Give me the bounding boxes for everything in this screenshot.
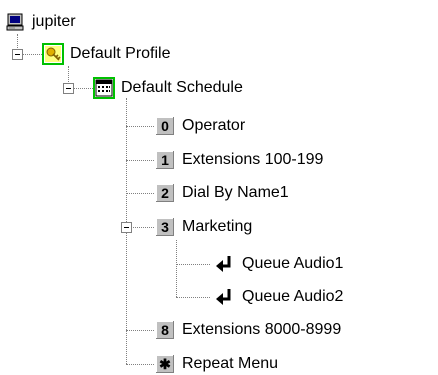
tree-node-label: Default Schedule <box>121 79 243 96</box>
return-arrow-icon <box>214 287 234 307</box>
tree-node-menu-item[interactable]: 1 Extensions 100-199 <box>156 149 323 171</box>
tree-node-menu-item[interactable]: ✱ Repeat Menu <box>156 353 278 375</box>
tree-node-label: Extensions 100-199 <box>182 151 324 168</box>
return-arrow-icon <box>214 254 234 274</box>
schedule-icon <box>93 77 115 99</box>
tree-node-profile[interactable]: Default Profile <box>42 43 171 65</box>
collapse-toggle-schedule[interactable] <box>63 83 74 94</box>
tree-node-menu-item[interactable]: 3 Marketing <box>156 216 252 238</box>
tree-connector <box>176 297 210 298</box>
tree-node-label: jupiter <box>32 13 76 30</box>
tree-node-menu-item[interactable]: 2 Dial By Name1 <box>156 182 289 204</box>
tree-connector <box>22 54 42 55</box>
digit-key-icon: 2 <box>156 184 174 202</box>
profile-key-icon <box>42 43 64 65</box>
tree-connector <box>126 160 154 161</box>
digit-key-icon: 8 <box>156 321 174 339</box>
star-key-icon: ✱ <box>156 355 174 373</box>
tree-node-menu-item[interactable]: 8 Extensions 8000-8999 <box>156 319 341 341</box>
tree-node-label: Queue Audio2 <box>242 288 344 305</box>
tree-node-menu-item[interactable]: 0 Operator <box>156 115 245 137</box>
tree-connector <box>73 88 93 89</box>
computer-icon <box>6 13 24 31</box>
tree-connector <box>126 126 154 127</box>
tree-node-label: Operator <box>182 117 246 134</box>
tree-node-label: Queue Audio1 <box>242 255 344 272</box>
tree-connector <box>176 240 177 297</box>
digit-key-icon: 3 <box>156 218 174 236</box>
tree-node-schedule[interactable]: Default Schedule <box>93 77 243 99</box>
tree-node-root[interactable]: jupiter <box>6 11 76 33</box>
tree-connector <box>126 364 154 365</box>
tree-node-label: Repeat Menu <box>182 355 279 372</box>
tree-node-label: Dial By Name1 <box>182 184 289 201</box>
tree-node-queue-item[interactable]: Queue Audio1 <box>214 253 343 275</box>
collapse-toggle-marketing[interactable] <box>121 222 132 233</box>
collapse-toggle-profile[interactable] <box>12 49 23 60</box>
tree-connector <box>126 330 154 331</box>
digit-key-icon: 0 <box>156 117 174 135</box>
tree-connector <box>126 193 154 194</box>
tree-node-queue-item[interactable]: Queue Audio2 <box>214 286 343 308</box>
tree-node-label: Extensions 8000-8999 <box>182 321 342 338</box>
tree-node-label: Marketing <box>182 218 253 235</box>
tree-node-label: Default Profile <box>70 45 171 62</box>
digit-key-icon: 1 <box>156 151 174 169</box>
tree-connector <box>176 264 210 265</box>
tree-connector <box>131 227 154 228</box>
tree-view: jupiter Default Profile Default Schedule… <box>0 0 438 375</box>
